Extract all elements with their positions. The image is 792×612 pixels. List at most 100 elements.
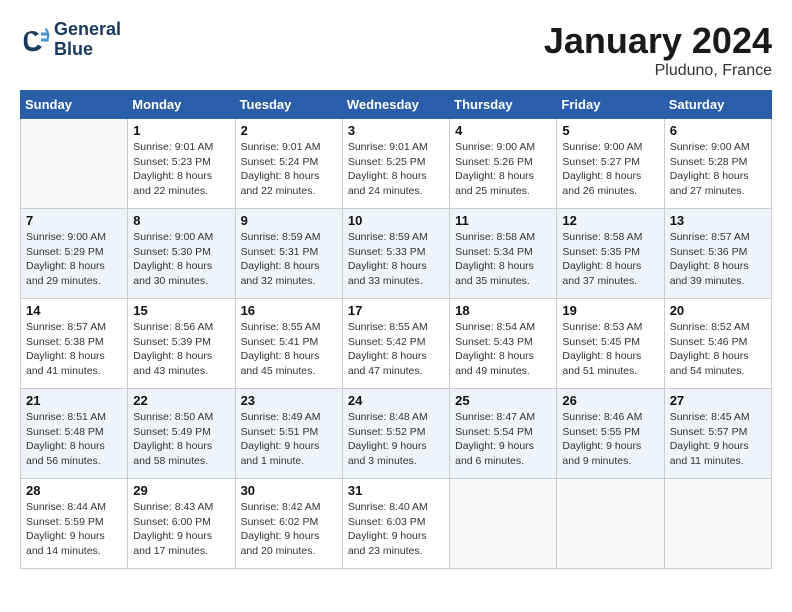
calendar-cell: 29 Sunrise: 8:43 AMSunset: 6:00 PMDayligh… (128, 479, 235, 569)
day-detail: Sunrise: 8:59 AMSunset: 5:33 PMDaylight:… (348, 230, 444, 289)
weekday-header-cell: Tuesday (235, 91, 342, 119)
day-detail: Sunrise: 9:00 AMSunset: 5:26 PMDaylight:… (455, 140, 551, 199)
calendar-cell: 25 Sunrise: 8:47 AMSunset: 5:54 PMDayligh… (450, 389, 557, 479)
calendar-cell: 11Sunrise: 8:58 AMSunset: 5:34 PMDayligh… (450, 209, 557, 299)
calendar-cell: 9 Sunrise: 8:59 AMSunset: 5:31 PMDaylight… (235, 209, 342, 299)
day-detail: Sunrise: 8:53 AMSunset: 5:45 PMDaylight:… (562, 320, 658, 379)
calendar-cell: 18Sunrise: 8:54 AMSunset: 5:43 PMDayligh… (450, 299, 557, 389)
calendar-cell: 5Sunrise: 9:00 AMSunset: 5:27 PMDaylight… (557, 119, 664, 209)
weekday-header-cell: Saturday (664, 91, 771, 119)
day-number: 28 (26, 483, 122, 498)
day-detail: Sunrise: 9:00 AMSunset: 5:28 PMDaylight:… (670, 140, 766, 199)
day-detail: Sunrise: 9:01 AMSunset: 5:25 PMDaylight:… (348, 140, 444, 199)
day-detail: Sunrise: 8:58 AMSunset: 5:35 PMDaylight:… (562, 230, 658, 289)
month-title: January 2024 (544, 20, 772, 62)
day-number: 12 (562, 213, 658, 228)
day-detail: Sunrise: 8:58 AMSunset: 5:34 PMDaylight:… (455, 230, 551, 289)
weekday-header-row: SundayMondayTuesdayWednesdayThursdayFrid… (21, 91, 772, 119)
weekday-header-cell: Monday (128, 91, 235, 119)
day-number: 3 (348, 123, 444, 138)
calendar-cell (21, 119, 128, 209)
calendar-cell: 17Sunrise: 8:55 AMSunset: 5:42 PMDayligh… (342, 299, 449, 389)
calendar-body: 1 Sunrise: 9:01 AMSunset: 5:23 PMDaylight… (21, 119, 772, 569)
day-number: 2 (241, 123, 337, 138)
day-number: 24 (348, 393, 444, 408)
day-detail: Sunrise: 8:49 AMSunset: 5:51 PMDaylight:… (241, 410, 337, 469)
calendar-cell: 22 Sunrise: 8:50 AMSunset: 5:49 PMDayligh… (128, 389, 235, 479)
calendar-week-row: 21 Sunrise: 8:51 AMSunset: 5:48 PMDayligh… (21, 389, 772, 479)
calendar-cell: 7 Sunrise: 9:00 AMSunset: 5:29 PMDaylight… (21, 209, 128, 299)
day-number: 29 (133, 483, 229, 498)
day-number: 8 (133, 213, 229, 228)
logo: General Blue (20, 20, 121, 60)
calendar-cell: 16 Sunrise: 8:55 AMSunset: 5:41 PMDayligh… (235, 299, 342, 389)
day-detail: Sunrise: 8:43 AMSunset: 6:00 PMDaylight:… (133, 500, 229, 559)
day-detail: Sunrise: 8:59 AMSunset: 5:31 PMDaylight:… (241, 230, 337, 289)
day-detail: Sunrise: 8:55 AMSunset: 5:41 PMDaylight:… (241, 320, 337, 379)
day-detail: Sunrise: 8:50 AMSunset: 5:49 PMDaylight:… (133, 410, 229, 469)
day-number: 23 (241, 393, 337, 408)
calendar-cell (557, 479, 664, 569)
day-detail: Sunrise: 8:52 AMSunset: 5:46 PMDaylight:… (670, 320, 766, 379)
calendar-week-row: 7 Sunrise: 9:00 AMSunset: 5:29 PMDaylight… (21, 209, 772, 299)
day-detail: Sunrise: 9:01 AMSunset: 5:23 PMDaylight:… (133, 140, 229, 199)
day-detail: Sunrise: 8:48 AMSunset: 5:52 PMDaylight:… (348, 410, 444, 469)
weekday-header-cell: Sunday (21, 91, 128, 119)
calendar-cell: 6Sunrise: 9:00 AMSunset: 5:28 PMDaylight… (664, 119, 771, 209)
day-number: 30 (241, 483, 337, 498)
day-number: 26 (562, 393, 658, 408)
calendar-cell: 14 Sunrise: 8:57 AMSunset: 5:38 PMDayligh… (21, 299, 128, 389)
location: Pluduno, France (544, 62, 772, 80)
logo-icon (20, 25, 50, 55)
calendar-cell: 2 Sunrise: 9:01 AMSunset: 5:24 PMDaylight… (235, 119, 342, 209)
day-number: 14 (26, 303, 122, 318)
calendar-cell: 10Sunrise: 8:59 AMSunset: 5:33 PMDayligh… (342, 209, 449, 299)
day-detail: Sunrise: 8:44 AMSunset: 5:59 PMDaylight:… (26, 500, 122, 559)
day-detail: Sunrise: 8:55 AMSunset: 5:42 PMDaylight:… (348, 320, 444, 379)
calendar-week-row: 1 Sunrise: 9:01 AMSunset: 5:23 PMDaylight… (21, 119, 772, 209)
day-detail: Sunrise: 8:45 AMSunset: 5:57 PMDaylight:… (670, 410, 766, 469)
day-detail: Sunrise: 8:42 AMSunset: 6:02 PMDaylight:… (241, 500, 337, 559)
calendar-cell: 30 Sunrise: 8:42 AMSunset: 6:02 PMDayligh… (235, 479, 342, 569)
calendar-cell: 13Sunrise: 8:57 AMSunset: 5:36 PMDayligh… (664, 209, 771, 299)
day-number: 15 (133, 303, 229, 318)
calendar-cell: 12 Sunrise: 8:58 AMSunset: 5:35 PMDayligh… (557, 209, 664, 299)
day-detail: Sunrise: 9:00 AMSunset: 5:30 PMDaylight:… (133, 230, 229, 289)
day-number: 9 (241, 213, 337, 228)
calendar-table: SundayMondayTuesdayWednesdayThursdayFrid… (20, 90, 772, 569)
day-detail: Sunrise: 8:57 AMSunset: 5:38 PMDaylight:… (26, 320, 122, 379)
day-number: 16 (241, 303, 337, 318)
page-header: General Blue January 2024 Pluduno, Franc… (20, 20, 772, 80)
day-detail: Sunrise: 8:47 AMSunset: 5:54 PMDaylight:… (455, 410, 551, 469)
calendar-cell: 23 Sunrise: 8:49 AMSunset: 5:51 PMDayligh… (235, 389, 342, 479)
calendar-cell (664, 479, 771, 569)
day-number: 25 (455, 393, 551, 408)
calendar-cell (450, 479, 557, 569)
calendar-cell: 8 Sunrise: 9:00 AMSunset: 5:30 PMDaylight… (128, 209, 235, 299)
day-number: 5 (562, 123, 658, 138)
calendar-cell: 31Sunrise: 8:40 AMSunset: 6:03 PMDayligh… (342, 479, 449, 569)
day-detail: Sunrise: 9:00 AMSunset: 5:29 PMDaylight:… (26, 230, 122, 289)
day-detail: Sunrise: 8:46 AMSunset: 5:55 PMDaylight:… (562, 410, 658, 469)
calendar-cell: 19Sunrise: 8:53 AMSunset: 5:45 PMDayligh… (557, 299, 664, 389)
calendar-cell: 27Sunrise: 8:45 AMSunset: 5:57 PMDayligh… (664, 389, 771, 479)
calendar-cell: 24 Sunrise: 8:48 AMSunset: 5:52 PMDayligh… (342, 389, 449, 479)
day-number: 13 (670, 213, 766, 228)
day-detail: Sunrise: 9:01 AMSunset: 5:24 PMDaylight:… (241, 140, 337, 199)
calendar-cell: 4 Sunrise: 9:00 AMSunset: 5:26 PMDaylight… (450, 119, 557, 209)
day-number: 21 (26, 393, 122, 408)
day-detail: Sunrise: 8:51 AMSunset: 5:48 PMDaylight:… (26, 410, 122, 469)
calendar-cell: 20 Sunrise: 8:52 AMSunset: 5:46 PMDayligh… (664, 299, 771, 389)
weekday-header-cell: Friday (557, 91, 664, 119)
day-number: 31 (348, 483, 444, 498)
day-number: 20 (670, 303, 766, 318)
day-number: 22 (133, 393, 229, 408)
calendar-cell: 21 Sunrise: 8:51 AMSunset: 5:48 PMDayligh… (21, 389, 128, 479)
day-number: 7 (26, 213, 122, 228)
day-number: 1 (133, 123, 229, 138)
calendar-cell: 28 Sunrise: 8:44 AMSunset: 5:59 PMDayligh… (21, 479, 128, 569)
calendar-week-row: 28 Sunrise: 8:44 AMSunset: 5:59 PMDayligh… (21, 479, 772, 569)
day-number: 18 (455, 303, 551, 318)
calendar-cell: 26 Sunrise: 8:46 AMSunset: 5:55 PMDayligh… (557, 389, 664, 479)
day-number: 4 (455, 123, 551, 138)
